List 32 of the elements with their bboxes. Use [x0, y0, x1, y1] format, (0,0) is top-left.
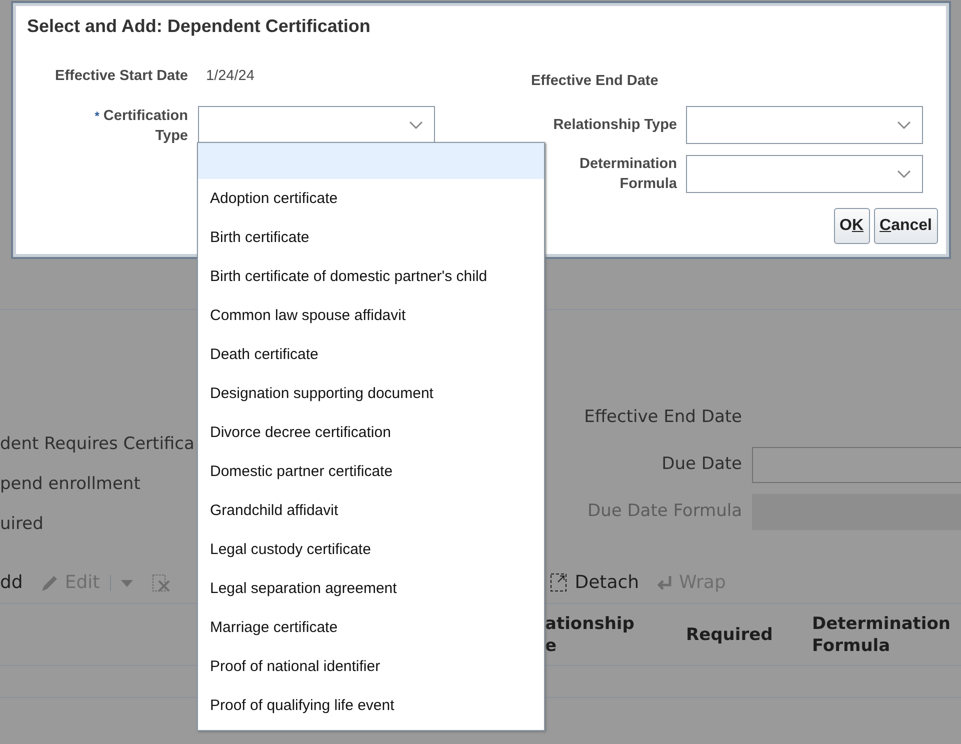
- dropdown-option[interactable]: Marriage certificate: [198, 608, 544, 647]
- field-value: 1/24/24: [206, 67, 254, 86]
- dropdown-option[interactable]: Common law spouse affidavit: [198, 296, 544, 335]
- field-label: uired: [0, 513, 44, 536]
- dropdown-option[interactable]: Grandchild affidavit: [198, 491, 544, 530]
- field-label: Due Date: [660, 452, 743, 476]
- dropdown-option[interactable]: Designation supporting document: [198, 374, 544, 413]
- field-label: Effective End Date: [531, 72, 658, 91]
- field-label: * Certification Type: [94, 107, 188, 146]
- field-label: pend enrollment: [0, 473, 140, 496]
- field-label: dent Requires Certifica: [0, 433, 194, 456]
- field-label: Relationship Type: [552, 116, 677, 135]
- toolbar-button[interactable]: dd: [0, 569, 31, 596]
- dropdown-option[interactable]: Birth certificate: [198, 218, 544, 257]
- column-header: Determination Formula: [812, 612, 952, 656]
- dialog-title: Select and Add: Dependent Certification: [26, 15, 372, 38]
- dropdown-option[interactable]: Death certificate: [198, 335, 544, 374]
- field-label: Due Date Formula: [586, 500, 743, 523]
- dropdown-option[interactable]: Proof of qualifying life event: [198, 686, 544, 725]
- field-label: Determination Formula: [578, 155, 677, 194]
- column-header: Required: [686, 624, 774, 646]
- field-label: Effective Start Date: [54, 67, 188, 86]
- dialog-button[interactable]: OK: [834, 208, 870, 244]
- dropdown-option[interactable]: Birth certificate of domestic partner's child: [198, 257, 544, 296]
- dialog-button[interactable]: Cancel: [874, 208, 938, 244]
- dropdown-option[interactable]: Proof of national identifier: [198, 647, 544, 686]
- dropdown-option[interactable]: Legal custody certificate: [198, 530, 544, 569]
- field-label: Effective End Date: [583, 406, 743, 429]
- dropdown-option[interactable]: Domestic partner certificate: [198, 452, 544, 491]
- dropdown-option[interactable]: Divorce decree certification: [198, 413, 544, 452]
- dropdown-option[interactable]: Adoption certificate: [198, 179, 544, 218]
- column-header: ationship e: [545, 612, 636, 656]
